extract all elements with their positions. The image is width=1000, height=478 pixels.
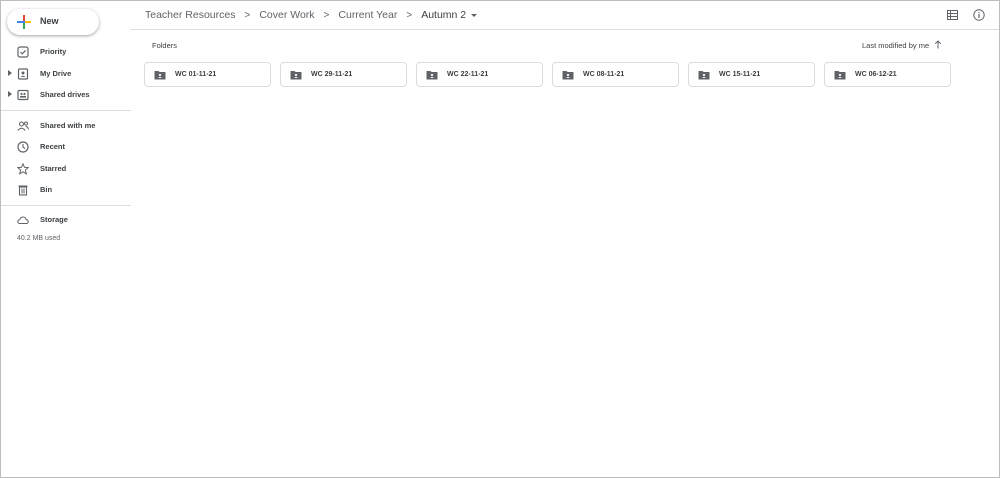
shared-drives-icon: [17, 89, 29, 101]
shared-folder-icon: [426, 71, 438, 80]
shared-with-me-icon: [17, 121, 29, 131]
sort-by-button[interactable]: Last modified by me: [862, 41, 929, 50]
sidebar-item-label: Shared drives: [40, 90, 90, 99]
clock-icon: [17, 141, 29, 153]
breadcrumb-separator: >: [244, 9, 251, 21]
storage-used-text: 40.2 MB used: [17, 235, 61, 242]
folder-name: WC 15-11-21: [719, 71, 761, 78]
sidebar: New Priority My Drive Shared drives Shar…: [1, 1, 131, 477]
breadcrumb-separator: >: [323, 9, 330, 21]
sidebar-item-storage[interactable]: Storage: [1, 211, 131, 229]
breadcrumb-item-autumn-2[interactable]: Autumn 2: [421, 9, 466, 21]
priority-check-icon: [17, 46, 29, 58]
folder-name: WC 06-12-21: [855, 71, 897, 78]
sidebar-item-label: My Drive: [40, 69, 72, 78]
expand-caret-icon[interactable]: [8, 91, 12, 97]
folder-name: WC 08-11-21: [583, 71, 625, 78]
folder-name: WC 29-11-21: [311, 71, 353, 78]
shared-folder-icon: [290, 71, 302, 80]
shared-folder-icon: [562, 71, 574, 80]
sidebar-item-shared-with-me[interactable]: Shared with me: [1, 117, 131, 135]
breadcrumb: Teacher Resources > Cover Work > Current…: [145, 9, 478, 21]
info-icon[interactable]: [973, 9, 985, 21]
breadcrumb-item-cover-work[interactable]: Cover Work: [259, 9, 314, 21]
sidebar-item-label: Bin: [40, 185, 53, 194]
expand-caret-icon[interactable]: [8, 70, 12, 76]
folder-name: WC 01-11-21: [175, 71, 217, 78]
list-view-icon[interactable]: [947, 10, 958, 20]
shared-folder-icon: [698, 71, 710, 80]
chevron-down-icon[interactable]: [471, 13, 478, 17]
folder-name: WC 22-11-21: [447, 71, 489, 78]
breadcrumb-separator: >: [406, 9, 413, 21]
sidebar-divider: [1, 110, 131, 111]
sidebar-item-bin[interactable]: Bin: [1, 181, 131, 199]
sidebar-item-label: Priority: [40, 47, 67, 56]
shared-folder-icon: [154, 71, 166, 80]
header: Teacher Resources > Cover Work > Current…: [131, 1, 999, 30]
cloud-icon: [17, 216, 29, 224]
sidebar-item-priority[interactable]: Priority: [1, 43, 131, 61]
my-drive-icon: [17, 68, 29, 80]
folder-card[interactable]: WC 08-11-21: [552, 62, 679, 87]
folder-card[interactable]: WC 15-11-21: [688, 62, 815, 87]
folder-card[interactable]: WC 29-11-21: [280, 62, 407, 87]
sidebar-item-label: Starred: [40, 164, 67, 173]
sidebar-item-my-drive[interactable]: My Drive: [1, 65, 131, 83]
breadcrumb-item-teacher-resources[interactable]: Teacher Resources: [145, 9, 235, 21]
new-button[interactable]: New: [7, 9, 99, 35]
plus-icon: [17, 15, 31, 29]
sidebar-item-starred[interactable]: Starred: [1, 160, 131, 178]
sidebar-item-label: Recent: [40, 142, 66, 151]
breadcrumb-item-current-year[interactable]: Current Year: [338, 9, 397, 21]
section-title-folders: Folders: [152, 41, 178, 50]
folder-card[interactable]: WC 01-11-21: [144, 62, 271, 87]
folder-card[interactable]: WC 22-11-21: [416, 62, 543, 87]
sidebar-item-label: Shared with me: [40, 121, 96, 130]
sidebar-item-label: Storage: [40, 215, 68, 224]
sidebar-item-shared-drives[interactable]: Shared drives: [1, 86, 131, 104]
sidebar-divider: [1, 205, 131, 206]
new-button-label: New: [40, 16, 59, 26]
drive-window: New Priority My Drive Shared drives Shar…: [0, 0, 1000, 478]
sort-arrow-up-icon[interactable]: [934, 40, 942, 49]
bin-icon: [18, 185, 28, 196]
sidebar-item-recent[interactable]: Recent: [1, 138, 131, 156]
shared-folder-icon: [834, 71, 846, 80]
folder-card[interactable]: WC 06-12-21: [824, 62, 951, 87]
star-icon: [17, 163, 29, 175]
